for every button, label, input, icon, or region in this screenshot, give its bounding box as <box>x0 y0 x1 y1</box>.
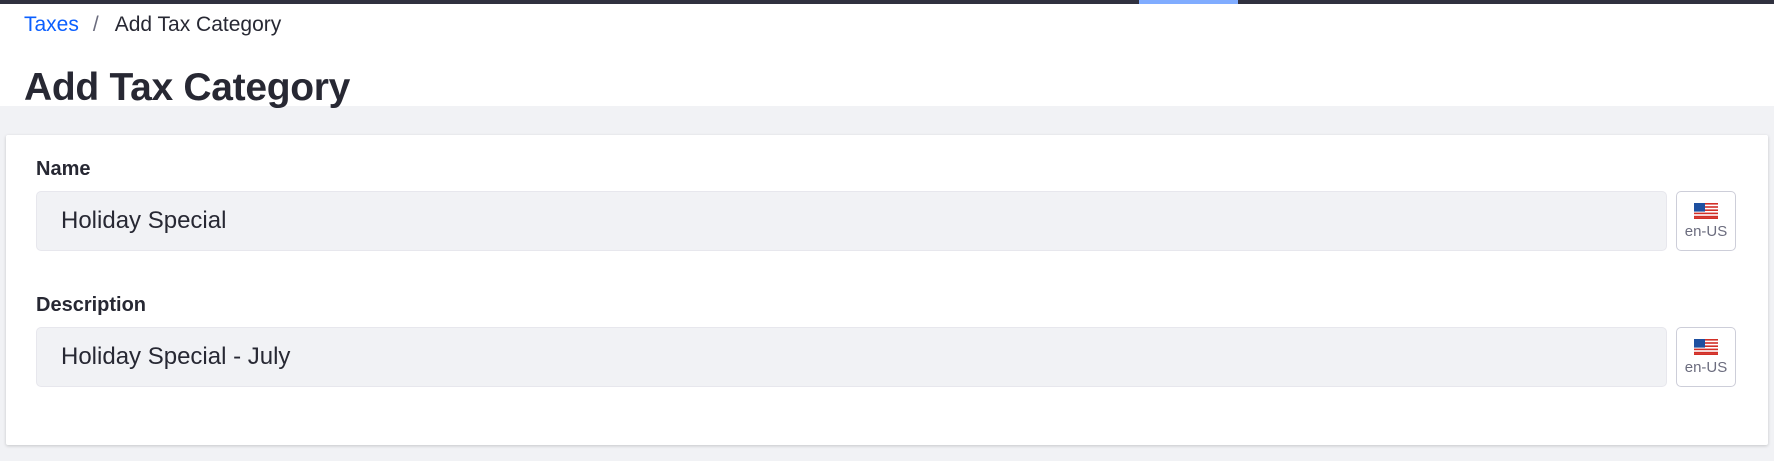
form-card: Name Holiday Special en-US Description H… <box>6 135 1768 445</box>
name-row: Holiday Special en-US <box>36 191 1746 251</box>
description-label: Description <box>36 294 147 316</box>
breadcrumb-separator: / <box>92 13 99 36</box>
description-locale-label: en-US <box>1684 358 1728 376</box>
name-input[interactable]: Holiday Special <box>36 191 1667 251</box>
breadcrumb-link-taxes[interactable]: Taxes <box>24 13 79 37</box>
name-locale-button[interactable]: en-US <box>1676 191 1736 251</box>
name-locale-label: en-US <box>1684 222 1728 240</box>
name-field-group: Name Holiday Special en-US <box>36 155 1746 251</box>
breadcrumb-current: Add Tax Category <box>114 13 282 36</box>
description-field-group: Description Holiday Special - July en-US <box>36 291 1746 387</box>
description-input[interactable]: Holiday Special - July <box>36 327 1667 387</box>
page-title: Add Tax Category <box>24 66 351 109</box>
breadcrumb: Taxes / Add Tax Category <box>24 10 281 40</box>
flag-us-icon <box>1694 202 1718 219</box>
page-header: Taxes / Add Tax Category Add Tax Categor… <box>0 4 1774 109</box>
description-row: Holiday Special - July en-US <box>36 327 1746 387</box>
name-label: Name <box>36 158 91 180</box>
description-locale-button[interactable]: en-US <box>1676 327 1736 387</box>
flag-us-icon <box>1694 338 1718 355</box>
